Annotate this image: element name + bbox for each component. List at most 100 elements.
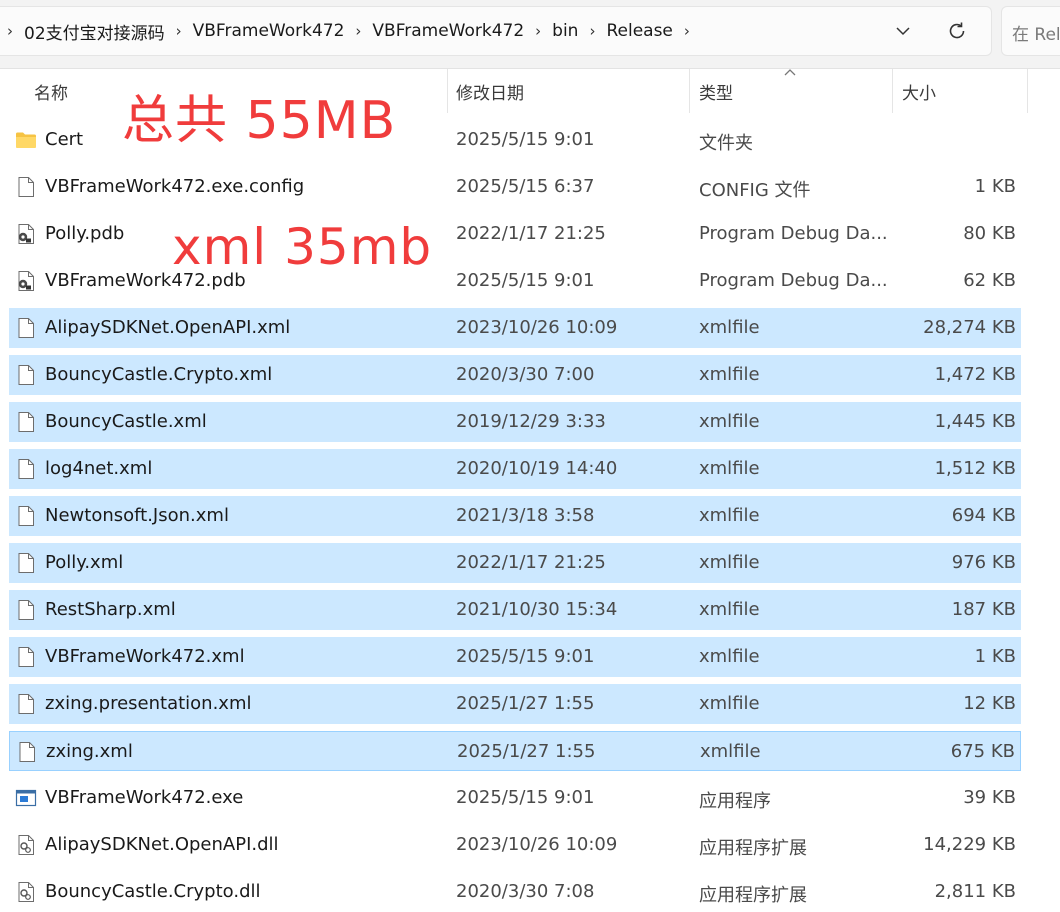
file-row[interactable]: VBFrameWork472.pdb 2025/5/15 9:01 Program … bbox=[9, 261, 1021, 301]
file-name: BouncyCastle.Crypto.xml bbox=[45, 364, 273, 385]
breadcrumb-item[interactable]: VBFrameWork472 bbox=[368, 21, 528, 41]
file-row[interactable]: BouncyCastle.Crypto.dll 2020/3/30 7:08 应用程… bbox=[9, 872, 1021, 912]
file-name: AlipaySDKNet.OpenAPI.dll bbox=[45, 834, 279, 855]
file-date: 2025/5/15 9:01 bbox=[456, 646, 595, 667]
exe-icon bbox=[15, 787, 37, 809]
file-name: Newtonsoft.Json.xml bbox=[45, 505, 229, 526]
toolbar: › 02支付宝对接源码 › VBFrameWork472 › VBFrameWo… bbox=[0, 0, 1060, 69]
file-row[interactable]: RestSharp.xml 2021/10/30 15:34 xmlfile 187 … bbox=[9, 590, 1021, 630]
file-date: 2025/5/15 9:01 bbox=[456, 129, 595, 150]
breadcrumb-item[interactable]: bin bbox=[548, 21, 582, 41]
file-row[interactable]: zxing.presentation.xml 2025/1/27 1:55 xmlf… bbox=[9, 684, 1021, 724]
file-type: 应用程序扩展 bbox=[699, 838, 807, 859]
file-row[interactable]: zxing.xml 2025/1/27 1:55 xmlfile 675 KB bbox=[9, 731, 1021, 771]
column-divider[interactable] bbox=[892, 69, 893, 113]
dll-icon bbox=[15, 881, 37, 903]
file-size: 187 KB bbox=[951, 599, 1016, 620]
history-dropdown-button[interactable] bbox=[887, 15, 919, 47]
chevron-right-icon[interactable]: › bbox=[169, 22, 189, 40]
chevron-right-icon[interactable]: › bbox=[0, 22, 20, 40]
file-row[interactable]: VBFrameWork472.exe.config 2025/5/15 6:37 C… bbox=[9, 167, 1021, 207]
file-icon bbox=[15, 505, 37, 527]
file-date: 2025/5/15 9:01 bbox=[456, 787, 595, 808]
file-type: CONFIG 文件 bbox=[699, 180, 811, 201]
file-type: 应用程序扩展 bbox=[699, 885, 807, 906]
chevron-right-icon[interactable]: › bbox=[348, 22, 368, 40]
chevron-down-icon bbox=[896, 27, 910, 36]
file-name: AlipaySDKNet.OpenAPI.xml bbox=[45, 317, 291, 338]
file-size: 80 KB bbox=[963, 223, 1016, 244]
column-divider[interactable] bbox=[689, 69, 690, 113]
file-type: xmlfile bbox=[700, 741, 761, 762]
address-bar[interactable]: › 02支付宝对接源码 › VBFrameWork472 › VBFrameWo… bbox=[0, 6, 992, 56]
file-type: xmlfile bbox=[699, 552, 760, 573]
breadcrumb-item[interactable]: VBFrameWork472 bbox=[189, 21, 349, 41]
file-icon bbox=[15, 552, 37, 574]
file-icon bbox=[16, 741, 38, 763]
file-row[interactable]: Polly.xml 2022/1/17 21:25 xmlfile 976 KB bbox=[9, 543, 1021, 583]
sort-ascending-icon bbox=[784, 69, 796, 76]
file-row[interactable]: log4net.xml 2020/10/19 14:40 xmlfile 1,512 … bbox=[9, 449, 1021, 489]
file-row[interactable]: BouncyCastle.Crypto.xml 2020/3/30 7:00 xml… bbox=[9, 355, 1021, 395]
refresh-button[interactable] bbox=[941, 15, 973, 47]
file-name: BouncyCastle.xml bbox=[45, 411, 207, 432]
file-size: 62 KB bbox=[963, 270, 1016, 291]
file-date: 2019/12/29 3:33 bbox=[456, 411, 606, 432]
file-icon bbox=[15, 317, 37, 339]
column-divider[interactable] bbox=[447, 69, 448, 113]
chevron-right-icon[interactable]: › bbox=[677, 22, 697, 40]
breadcrumb: › 02支付宝对接源码 › VBFrameWork472 › VBFrameWo… bbox=[0, 7, 697, 55]
chevron-right-icon[interactable]: › bbox=[582, 22, 602, 40]
file-row[interactable]: Newtonsoft.Json.xml 2021/3/18 3:58 xmlfile… bbox=[9, 496, 1021, 536]
column-name[interactable]: 名称 bbox=[34, 79, 68, 104]
file-size: 39 KB bbox=[963, 787, 1016, 808]
file-type: xmlfile bbox=[699, 364, 760, 385]
column-type[interactable]: 类型 bbox=[699, 79, 733, 104]
file-row[interactable]: VBFrameWork472.exe 2025/5/15 9:01 应用程序 39 K… bbox=[9, 778, 1021, 818]
file-name: RestSharp.xml bbox=[45, 599, 176, 620]
file-icon bbox=[15, 646, 37, 668]
file-size: 1,472 KB bbox=[934, 364, 1016, 385]
file-date: 2023/10/26 10:09 bbox=[456, 317, 618, 338]
annotation-xml-size: xml 35mb bbox=[172, 218, 433, 276]
file-size: 976 KB bbox=[951, 552, 1016, 573]
file-row[interactable]: Polly.pdb 2022/1/17 21:25 Program Debug Da… bbox=[9, 214, 1021, 254]
file-row[interactable]: BouncyCastle.xml 2019/12/29 3:33 xmlfile 1,… bbox=[9, 402, 1021, 442]
file-date: 2022/1/17 21:25 bbox=[456, 223, 606, 244]
file-type: xmlfile bbox=[699, 458, 760, 479]
file-name: VBFrameWork472.exe bbox=[45, 787, 244, 808]
column-size[interactable]: 大小 bbox=[902, 79, 936, 104]
file-name: BouncyCastle.Crypto.dll bbox=[45, 881, 261, 902]
file-icon bbox=[15, 411, 37, 433]
file-date: 2021/10/30 15:34 bbox=[456, 599, 618, 620]
search-box[interactable]: 在 Rel bbox=[1001, 6, 1060, 56]
file-type: xmlfile bbox=[699, 505, 760, 526]
file-row[interactable]: VBFrameWork472.xml 2025/5/15 9:01 xmlfile 1… bbox=[9, 637, 1021, 677]
chevron-right-icon[interactable]: › bbox=[528, 22, 548, 40]
folder-icon bbox=[15, 129, 37, 151]
file-size: 1,512 KB bbox=[934, 458, 1016, 479]
pdb-file-icon bbox=[15, 270, 37, 292]
file-size: 28,274 KB bbox=[923, 317, 1016, 338]
annotation-total-size: 总共 55MB bbox=[122, 91, 397, 151]
file-size: 675 KB bbox=[950, 741, 1015, 762]
file-size: 1 KB bbox=[974, 646, 1016, 667]
file-row[interactable]: AlipaySDKNet.OpenAPI.xml 2023/10/26 10:09… bbox=[9, 308, 1021, 348]
breadcrumb-item[interactable]: Release bbox=[602, 21, 676, 41]
column-date[interactable]: 修改日期 bbox=[456, 79, 524, 104]
file-row[interactable]: AlipaySDKNet.OpenAPI.dll 2023/10/26 10:09… bbox=[9, 825, 1021, 865]
breadcrumb-item[interactable]: 02支付宝对接源码 bbox=[20, 19, 169, 44]
file-date: 2025/1/27 1:55 bbox=[457, 741, 596, 762]
dll-icon bbox=[15, 834, 37, 856]
column-divider[interactable] bbox=[1027, 69, 1028, 113]
file-type: 应用程序 bbox=[699, 791, 771, 812]
file-type: xmlfile bbox=[699, 646, 760, 667]
file-size: 1 KB bbox=[974, 176, 1016, 197]
file-date: 2025/5/15 9:01 bbox=[456, 270, 595, 291]
search-input[interactable]: 在 Rel bbox=[1012, 20, 1060, 45]
file-name: log4net.xml bbox=[45, 458, 153, 479]
file-type: xmlfile bbox=[699, 411, 760, 432]
file-type: xmlfile bbox=[699, 693, 760, 714]
file-name: VBFrameWork472.xml bbox=[45, 646, 245, 667]
file-size: 14,229 KB bbox=[923, 834, 1016, 855]
